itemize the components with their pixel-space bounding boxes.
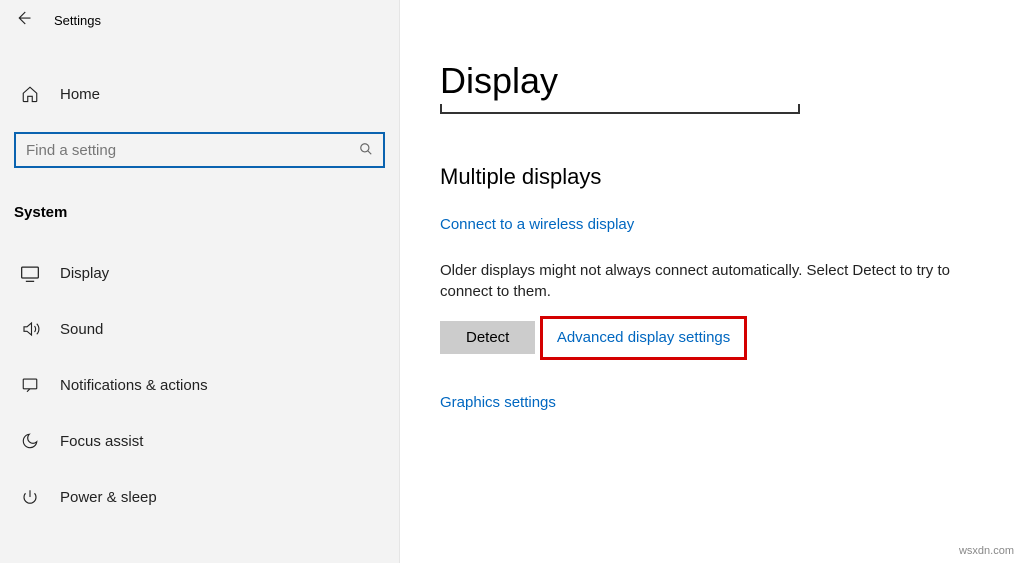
- title-underline: [440, 104, 800, 114]
- notifications-icon: [20, 375, 40, 395]
- sidebar-item-sound[interactable]: Sound: [14, 307, 385, 351]
- window-title: Settings: [54, 13, 101, 28]
- detect-button[interactable]: Detect: [440, 321, 535, 354]
- watermark: wsxdn.com: [959, 545, 1014, 557]
- subheading-multiple-displays: Multiple displays: [440, 164, 1006, 190]
- home-icon: [20, 84, 40, 104]
- nav-label: Power & sleep: [60, 489, 157, 506]
- section-header: System: [14, 198, 385, 239]
- power-icon: [20, 487, 40, 507]
- link-graphics-settings[interactable]: Graphics settings: [440, 394, 556, 411]
- home-nav[interactable]: Home: [14, 74, 385, 114]
- sidebar-item-focus-assist[interactable]: Focus assist: [14, 419, 385, 463]
- highlight-box: Advanced display settings: [540, 316, 747, 360]
- focus-assist-icon: [20, 431, 40, 451]
- search-box[interactable]: [14, 132, 385, 168]
- back-icon[interactable]: [14, 9, 32, 32]
- nav-label: Notifications & actions: [60, 377, 208, 394]
- link-advanced-display-settings[interactable]: Advanced display settings: [557, 329, 730, 346]
- detect-description: Older displays might not always connect …: [440, 260, 1006, 302]
- home-label: Home: [60, 86, 100, 103]
- nav-label: Display: [60, 265, 109, 282]
- page-title: Display: [440, 60, 1006, 102]
- sidebar-item-display[interactable]: Display: [14, 251, 385, 295]
- sidebar-item-notifications[interactable]: Notifications & actions: [14, 363, 385, 407]
- topbar: Settings: [0, 0, 399, 40]
- sound-icon: [20, 319, 40, 339]
- search-icon: [359, 142, 373, 159]
- link-wireless-display[interactable]: Connect to a wireless display: [440, 216, 634, 233]
- main-content: Display Multiple displays Connect to a w…: [400, 0, 1024, 563]
- sidebar: Settings Home System Display Soun: [0, 0, 400, 563]
- sidebar-content: Home System Display Sound Notifica: [0, 40, 399, 519]
- search-input[interactable]: [26, 142, 359, 159]
- display-icon: [20, 263, 40, 283]
- sidebar-item-power-sleep[interactable]: Power & sleep: [14, 475, 385, 519]
- nav-label: Focus assist: [60, 433, 143, 450]
- nav-label: Sound: [60, 321, 103, 338]
